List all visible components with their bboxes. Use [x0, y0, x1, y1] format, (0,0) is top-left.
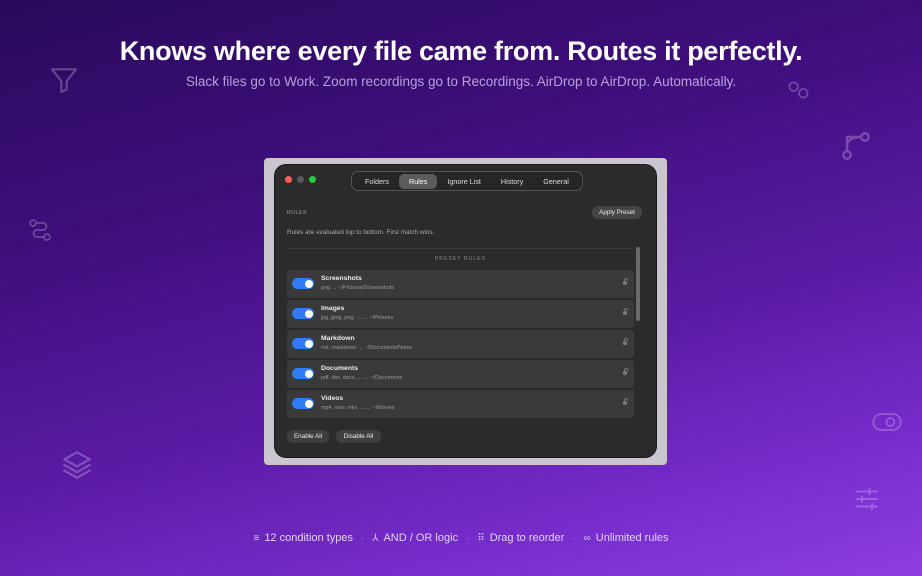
feature-item: ⅄ AND / OR logic	[372, 532, 458, 544]
link-icon	[786, 77, 812, 108]
rule-row[interactable]: Documents pdf, doc, docx, ... → ~/Docume…	[287, 360, 634, 388]
infinity-icon: ∞	[583, 532, 591, 544]
maximize-button[interactable]	[309, 176, 316, 183]
rule-toggle[interactable]	[292, 398, 314, 409]
lock-icon	[623, 278, 628, 285]
funnel-icon	[48, 64, 80, 101]
preset-rules-header: PRESET RULES	[434, 256, 487, 262]
drag-handle-icon: ⠿	[477, 532, 485, 544]
hero-title: Knows where every file came from. Routes…	[119, 36, 803, 66]
rule-path: png → ~/Pictures/Screenshots	[321, 285, 394, 291]
rule-name: Screenshots	[321, 275, 362, 282]
section-label: RULES	[287, 210, 307, 216]
rule-path: jpg, jpeg, png, ... → ~/Pictures	[321, 315, 394, 321]
tab-ignore-list[interactable]: Ignore List	[437, 174, 491, 189]
feature-item: ⠿ Drag to reorder	[477, 532, 564, 544]
titlebar: Folders Rules Ignore List History Genera…	[275, 165, 656, 195]
rule-toggle[interactable]	[292, 308, 314, 319]
merge-icon: ⅄	[372, 532, 379, 544]
feature-label: Unlimited rules	[595, 532, 669, 544]
tab-bar: Folders Rules Ignore List History Genera…	[351, 171, 583, 191]
rule-name: Images	[321, 305, 345, 312]
feature-item: ∞ Unlimited rules	[584, 532, 669, 544]
lock-icon	[623, 398, 628, 405]
sliders-icon	[852, 484, 882, 519]
rule-row[interactable]: Images jpg, jpeg, png, ... → ~/Pictures	[287, 300, 634, 328]
tab-rules[interactable]: Rules	[398, 173, 438, 189]
close-button[interactable]	[285, 176, 292, 183]
app-window: Folders Rules Ignore List History Genera…	[275, 165, 656, 457]
rules-list: PRESET RULES Screenshots png → ~/Picture…	[287, 248, 634, 419]
rules-description: Rules are evaluated top to bottom. First…	[287, 229, 435, 236]
lock-icon	[623, 308, 628, 315]
enable-all-button[interactable]: Enable All	[287, 430, 329, 443]
rule-row[interactable]: Screenshots png → ~/Pictures/Screenshots	[287, 270, 634, 298]
feature-label: 12 condition types	[264, 532, 353, 544]
minimize-button[interactable]	[297, 176, 304, 183]
apply-preset-button[interactable]: Apply Preset	[592, 206, 642, 219]
feature-label: Drag to reorder	[489, 532, 565, 544]
features-bar: ≡ 12 condition types · ⅄ AND / OR logic …	[253, 532, 669, 544]
layers-icon	[60, 448, 94, 487]
rule-name: Documents	[321, 365, 359, 372]
route-icon	[26, 216, 54, 249]
tab-folders[interactable]: Folders	[355, 174, 399, 189]
filter-lines-icon: ≡	[253, 532, 260, 544]
lock-icon	[623, 338, 628, 345]
hero-subtitle: Slack files go to Work. Zoom recordings …	[185, 74, 737, 89]
tab-history[interactable]: History	[491, 174, 533, 189]
rule-path: pdf, doc, docx, ... → ~/Documents	[321, 375, 403, 381]
rule-row[interactable]: Videos mp4, mov, mkv, ... → ~/Movies	[287, 390, 634, 418]
feature-label: AND / OR logic	[383, 532, 459, 544]
rule-name: Videos	[321, 395, 344, 402]
rule-row[interactable]: Markdown md, markdown → ~/Documents/Note…	[287, 330, 634, 358]
rule-name: Markdown	[321, 335, 355, 342]
disable-all-button[interactable]: Disable All	[336, 430, 381, 443]
rule-path: mp4, mov, mkv, ... → ~/Movies	[321, 405, 395, 411]
branch-icon	[838, 128, 874, 169]
rule-toggle[interactable]	[292, 338, 314, 349]
tab-general[interactable]: General	[533, 174, 579, 189]
rule-path: md, markdown → ~/Documents/Notes	[321, 345, 413, 351]
scrollbar[interactable]	[636, 247, 640, 321]
lock-icon	[623, 368, 628, 375]
toggle-icon	[871, 409, 903, 440]
rule-toggle[interactable]	[292, 278, 314, 289]
feature-item: ≡ 12 condition types	[253, 532, 353, 544]
rule-toggle[interactable]	[292, 368, 314, 379]
